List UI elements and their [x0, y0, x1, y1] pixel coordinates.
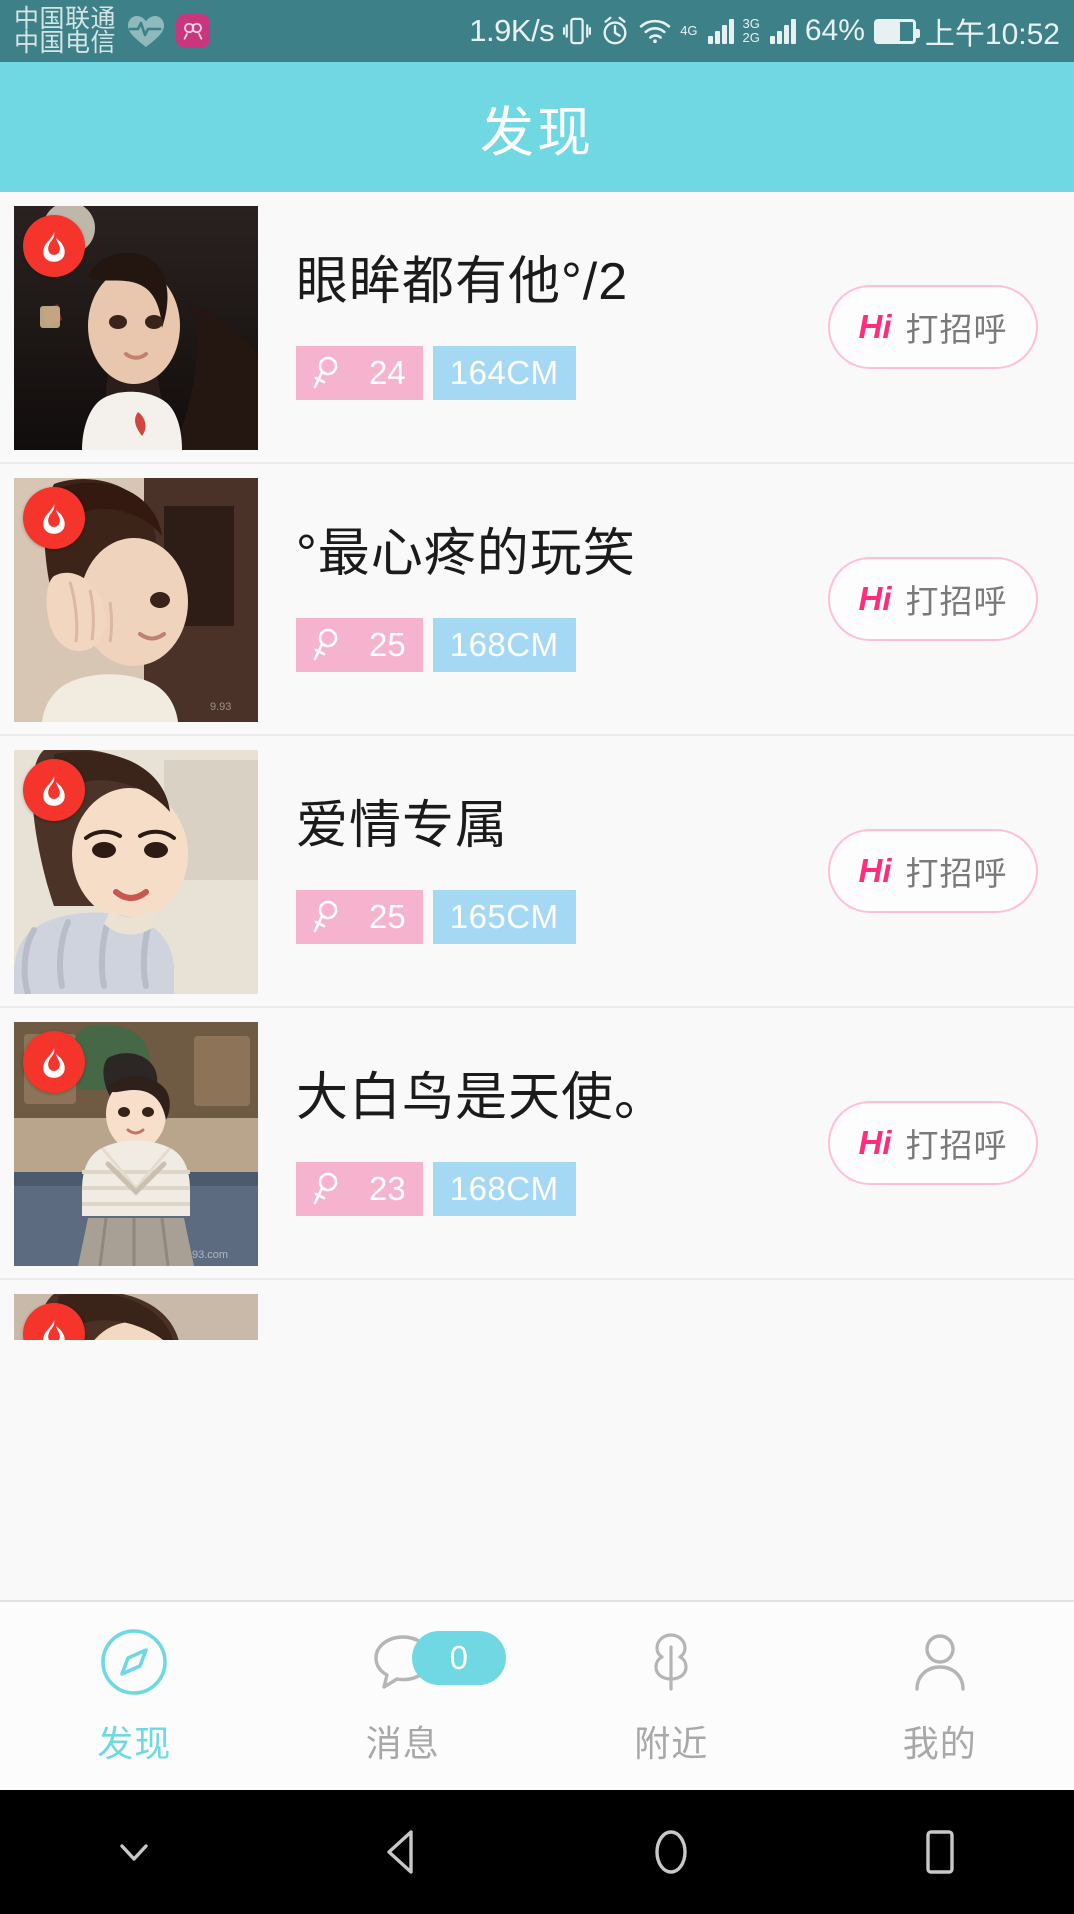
say-hi-button[interactable]: Hi 打招呼: [828, 1101, 1038, 1185]
chat-bubble-icon: 0: [368, 1625, 506, 1699]
tree-icon: [636, 1625, 706, 1699]
avatar[interactable]: 93.com: [14, 1022, 258, 1266]
alarm-icon: [600, 16, 630, 46]
svg-text:93.com: 93.com: [192, 1249, 228, 1261]
status-right-group: 1.9K/s 4G 3G 2G 64% 上午10:52: [469, 0, 1060, 62]
network-4g-label: 4G: [680, 23, 698, 39]
hot-flame-icon: [23, 487, 85, 549]
carrier-names: 中国联通 中国电信: [14, 4, 117, 57]
age-tag: 23: [296, 1161, 423, 1216]
clock-text: 上午10:52: [924, 18, 1060, 51]
bottom-tabbar: 发现 0 消息 附近 我的: [0, 1600, 1074, 1790]
age-value: 23: [369, 1169, 406, 1207]
height-value: 164CM: [449, 353, 559, 391]
hide-keyboard-icon[interactable]: [0, 1830, 269, 1874]
signal-icon-1: [707, 18, 734, 44]
list-item-partial[interactable]: [0, 1280, 1074, 1340]
signal-icon-2: [769, 18, 796, 44]
hi-prefix-label: Hi: [858, 852, 892, 889]
compass-icon: [99, 1625, 169, 1699]
say-hi-label: 打招呼: [905, 1127, 1008, 1164]
height-value: 165CM: [449, 897, 559, 935]
status-bar: 中国联通 中国电信 1.9K/s 4G 3G 2G 64% 上午10:52: [0, 0, 1074, 62]
back-icon[interactable]: [269, 1824, 538, 1880]
hi-prefix-label: Hi: [858, 308, 892, 345]
avatar[interactable]: [14, 1294, 258, 1340]
hi-prefix-label: Hi: [858, 580, 892, 617]
height-tag: 165CM: [432, 889, 576, 944]
tab-discover-label: 发现: [97, 1723, 172, 1764]
discover-list[interactable]: 眼眸都有他°/2 24 164CM Hi 打招呼 9.93 °最心疼的玩笑 25…: [0, 192, 1074, 1600]
female-gender-icon: [313, 900, 338, 932]
android-navigation-bar: [0, 1790, 1074, 1914]
say-hi-button[interactable]: Hi 打招呼: [828, 285, 1038, 369]
say-hi-button[interactable]: Hi 打招呼: [828, 829, 1038, 913]
tab-profile-label: 我的: [902, 1723, 977, 1764]
tab-profile[interactable]: 我的: [806, 1602, 1074, 1790]
age-value: 25: [369, 625, 406, 663]
battery-icon: [873, 18, 920, 44]
height-tag: 168CM: [432, 1161, 576, 1216]
network-3g2g-label: 3G 2G: [742, 16, 760, 45]
female-gender-icon: [313, 628, 338, 660]
height-value: 168CM: [449, 625, 559, 663]
say-hi-label: 打招呼: [905, 855, 1008, 892]
hi-prefix-label: Hi: [858, 1124, 892, 1161]
female-gender-icon: [313, 356, 338, 388]
female-gender-icon: [313, 1172, 338, 1204]
tab-messages-label: 消息: [365, 1723, 440, 1764]
svg-text:9.93: 9.93: [210, 701, 231, 713]
battery-percent-text: 64%: [804, 14, 865, 47]
wifi-icon: [639, 18, 671, 44]
carrier-secondary: 中国电信: [14, 29, 117, 57]
age-value: 25: [369, 897, 406, 935]
vibrate-icon: [563, 15, 592, 47]
say-hi-label: 打招呼: [905, 583, 1008, 620]
app-badge-icon: [176, 14, 211, 48]
age-tag: 25: [296, 889, 423, 944]
app-header: 发现: [0, 62, 1074, 192]
person-icon: [905, 1625, 975, 1699]
message-count-badge: 0: [411, 1631, 506, 1685]
page-title: 发现: [480, 102, 594, 163]
tab-nearby[interactable]: 附近: [537, 1602, 806, 1790]
recents-icon[interactable]: [806, 1824, 1074, 1880]
tab-messages[interactable]: 0 消息: [269, 1602, 538, 1790]
height-value: 168CM: [449, 1169, 559, 1207]
list-item[interactable]: 眼眸都有他°/2 24 164CM Hi 打招呼: [0, 192, 1074, 464]
list-item[interactable]: 9.93 °最心疼的玩笑 25 168CM Hi 打招呼: [0, 464, 1074, 736]
height-tag: 168CM: [432, 617, 576, 672]
home-icon[interactable]: [537, 1824, 806, 1880]
age-tag: 24: [296, 345, 423, 400]
heart-rate-icon: [126, 14, 166, 48]
status-left-icons: [126, 14, 211, 48]
tab-nearby-label: 附近: [634, 1723, 709, 1764]
say-hi-label: 打招呼: [905, 311, 1008, 348]
hot-flame-icon: [23, 759, 85, 821]
list-item[interactable]: 爱情专属 25 165CM Hi 打招呼: [0, 736, 1074, 1008]
age-tag: 25: [296, 617, 423, 672]
height-tag: 164CM: [432, 345, 576, 400]
list-item[interactable]: 93.com 大白鸟是天使。 23 168CM Hi 打招呼: [0, 1008, 1074, 1280]
hot-flame-icon: [23, 1031, 85, 1093]
age-value: 24: [369, 353, 406, 391]
network-speed-text: 1.9K/s: [469, 13, 555, 48]
hot-flame-icon: [23, 215, 85, 277]
carrier-primary: 中国联通: [14, 4, 117, 33]
say-hi-button[interactable]: Hi 打招呼: [828, 557, 1038, 641]
phone-screen: 中国联通 中国电信 1.9K/s 4G 3G 2G 64% 上午10:52 发现…: [0, 0, 1074, 1914]
avatar[interactable]: [14, 750, 258, 994]
avatar[interactable]: 9.93: [14, 478, 258, 722]
tab-discover[interactable]: 发现: [0, 1602, 269, 1790]
avatar[interactable]: [14, 206, 258, 450]
